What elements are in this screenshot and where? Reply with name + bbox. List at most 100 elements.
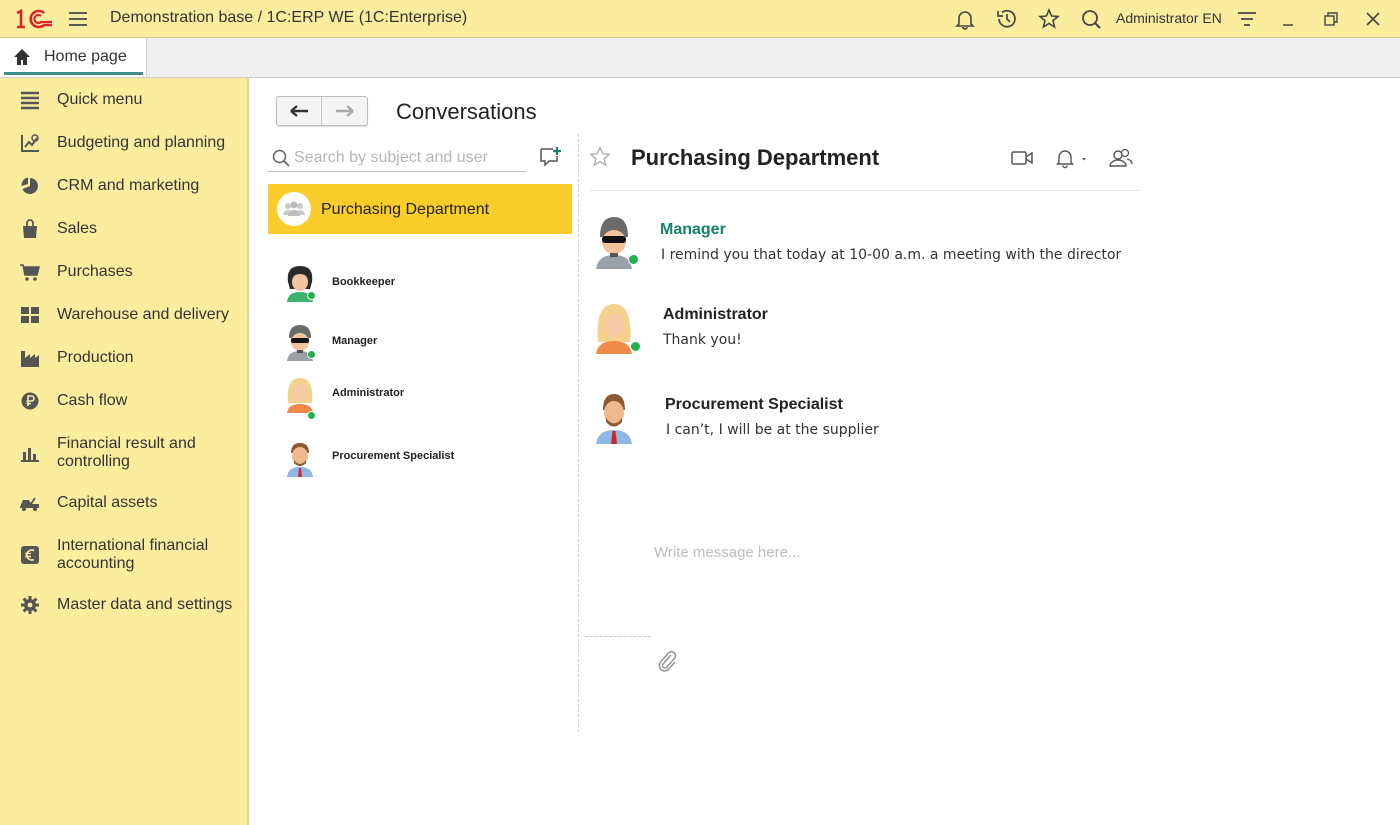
tab-strip: Home page xyxy=(0,38,1400,78)
message-author[interactable]: Administrator xyxy=(663,306,768,324)
star-icon[interactable] xyxy=(1037,7,1061,31)
user-name[interactable]: Administrator EN xyxy=(1116,10,1222,26)
message-author[interactable]: Procurement Specialist xyxy=(665,396,843,414)
online-indicator xyxy=(307,291,316,300)
euro-icon xyxy=(21,546,39,564)
pie-icon xyxy=(21,177,38,194)
conversation-item-selected[interactable]: Purchasing Department xyxy=(268,184,572,234)
sidebar-item-label: Sales xyxy=(57,220,98,237)
back-button[interactable] xyxy=(277,97,322,125)
online-indicator xyxy=(628,254,639,265)
sidebar-item-quick-menu[interactable]: Quick menu xyxy=(0,82,247,118)
favorite-star-icon[interactable] xyxy=(588,145,612,169)
member-item[interactable]: Administrator xyxy=(278,373,558,420)
sidebar-item-capital-assets[interactable]: Capital assets xyxy=(0,485,247,521)
title-bar: Demonstration base / 1C:ERP WE (1C:Enter… xyxy=(0,0,1400,38)
sidebar-item-financial-result[interactable]: Financial result and controlling xyxy=(0,426,247,470)
tab-label: Home page xyxy=(44,48,127,65)
app-title: Demonstration base / 1C:ERP WE (1C:Enter… xyxy=(110,9,468,26)
sidebar-item-master-data[interactable]: Master data and settings xyxy=(0,587,247,623)
tab-home-page[interactable]: Home page xyxy=(0,38,147,77)
sidebar-item-sales[interactable]: Sales xyxy=(0,211,247,247)
truck-icon xyxy=(20,497,39,511)
arrow-right-icon xyxy=(336,105,354,117)
search-icon[interactable] xyxy=(1079,7,1103,31)
sidebar-item-ifrs[interactable]: International financial accounting xyxy=(0,528,247,572)
ruble-icon xyxy=(21,392,39,410)
message-item: Manager I remind you that today at 10-00… xyxy=(590,213,1150,283)
video-call-icon[interactable] xyxy=(1009,146,1035,170)
message-text: I can’t, I will be at the supplier xyxy=(666,422,879,438)
chat-title: Purchasing Department xyxy=(631,145,880,170)
sidebar-item-purchases[interactable]: Purchases xyxy=(0,254,247,290)
new-conversation-icon[interactable] xyxy=(538,146,562,168)
filter-icon[interactable] xyxy=(1235,7,1259,31)
search-input[interactable] xyxy=(294,147,522,169)
budget-icon xyxy=(21,134,39,152)
online-indicator xyxy=(307,350,316,359)
sidebar-item-production[interactable]: Production xyxy=(0,340,247,376)
1c-logo-icon[interactable] xyxy=(14,8,54,30)
home-icon xyxy=(14,49,30,65)
participants-icon[interactable] xyxy=(1108,146,1134,170)
sidebar-item-label: Budgeting and planning xyxy=(57,134,226,151)
cart-icon xyxy=(20,264,40,281)
message-item: Administrator Thank you! xyxy=(590,298,1150,368)
member-name: Manager xyxy=(332,335,378,347)
sidebar-item-label: International financial accounting xyxy=(57,537,209,572)
menu-icon[interactable] xyxy=(68,9,88,29)
message-author[interactable]: Manager xyxy=(660,221,726,239)
history-navigation xyxy=(276,96,368,126)
conversation-title: Purchasing Department xyxy=(321,201,490,218)
avatar xyxy=(287,443,313,477)
sidebar-item-crm[interactable]: CRM and marketing xyxy=(0,168,247,204)
restore-icon[interactable] xyxy=(1318,7,1342,31)
grid-icon xyxy=(21,307,39,323)
group-icon xyxy=(283,201,305,216)
sidebar-item-budgeting[interactable]: Budgeting and planning xyxy=(0,125,247,161)
minimize-icon[interactable] xyxy=(1276,7,1300,31)
sidebar-item-warehouse[interactable]: Warehouse and delivery xyxy=(0,297,247,333)
message-item: Procurement Specialist I can’t, I will b… xyxy=(590,388,1150,458)
bell-icon[interactable] xyxy=(953,7,977,31)
arrow-left-icon xyxy=(290,105,308,117)
group-avatar xyxy=(277,192,311,226)
sidebar-item-label: Cash flow xyxy=(57,392,128,409)
bag-icon xyxy=(23,219,37,238)
online-indicator xyxy=(630,341,641,352)
input-divider xyxy=(585,636,651,637)
sidebar-item-label: Production xyxy=(57,349,134,366)
column-divider xyxy=(578,134,579,732)
sidebar-item-label: Capital assets xyxy=(57,494,158,511)
notifications-dropdown-icon[interactable] xyxy=(1053,146,1093,170)
factory-icon xyxy=(21,351,39,367)
member-name: Procurement Specialist xyxy=(332,450,455,462)
conversation-search xyxy=(268,145,526,172)
sidebar-item-label: Purchases xyxy=(57,263,133,280)
list-icon xyxy=(21,91,39,110)
avatar xyxy=(596,394,632,444)
member-item[interactable]: Procurement Specialist xyxy=(278,437,558,481)
sidebar-item-label: Financial result and controlling xyxy=(57,435,196,470)
online-indicator xyxy=(307,411,316,420)
message-text: Thank you! xyxy=(663,332,742,348)
member-name: Administrator xyxy=(332,387,405,399)
member-item[interactable]: Bookkeeper xyxy=(278,262,558,306)
forward-button[interactable] xyxy=(323,97,368,125)
bar-chart-icon xyxy=(21,448,39,462)
message-input[interactable] xyxy=(654,540,1134,564)
sidebar-item-label: Master data and settings xyxy=(57,596,233,613)
page-title: Conversations xyxy=(396,99,537,124)
sidebar-item-label: Quick menu xyxy=(57,91,143,108)
close-icon[interactable] xyxy=(1361,7,1385,31)
sidebar-item-label: CRM and marketing xyxy=(57,177,200,194)
sidebar-item-cash-flow[interactable]: Cash flow xyxy=(0,383,247,419)
sidebar-item-label: Warehouse and delivery xyxy=(57,306,229,323)
member-item[interactable]: Manager xyxy=(278,321,558,365)
paperclip-icon[interactable] xyxy=(655,648,679,672)
history-icon[interactable] xyxy=(995,7,1019,31)
chat-header-divider xyxy=(590,190,1140,191)
member-name: Bookkeeper xyxy=(332,276,395,288)
avatar xyxy=(287,378,313,413)
sidebar: Quick menu Budgeting and planning CRM an… xyxy=(0,78,249,825)
